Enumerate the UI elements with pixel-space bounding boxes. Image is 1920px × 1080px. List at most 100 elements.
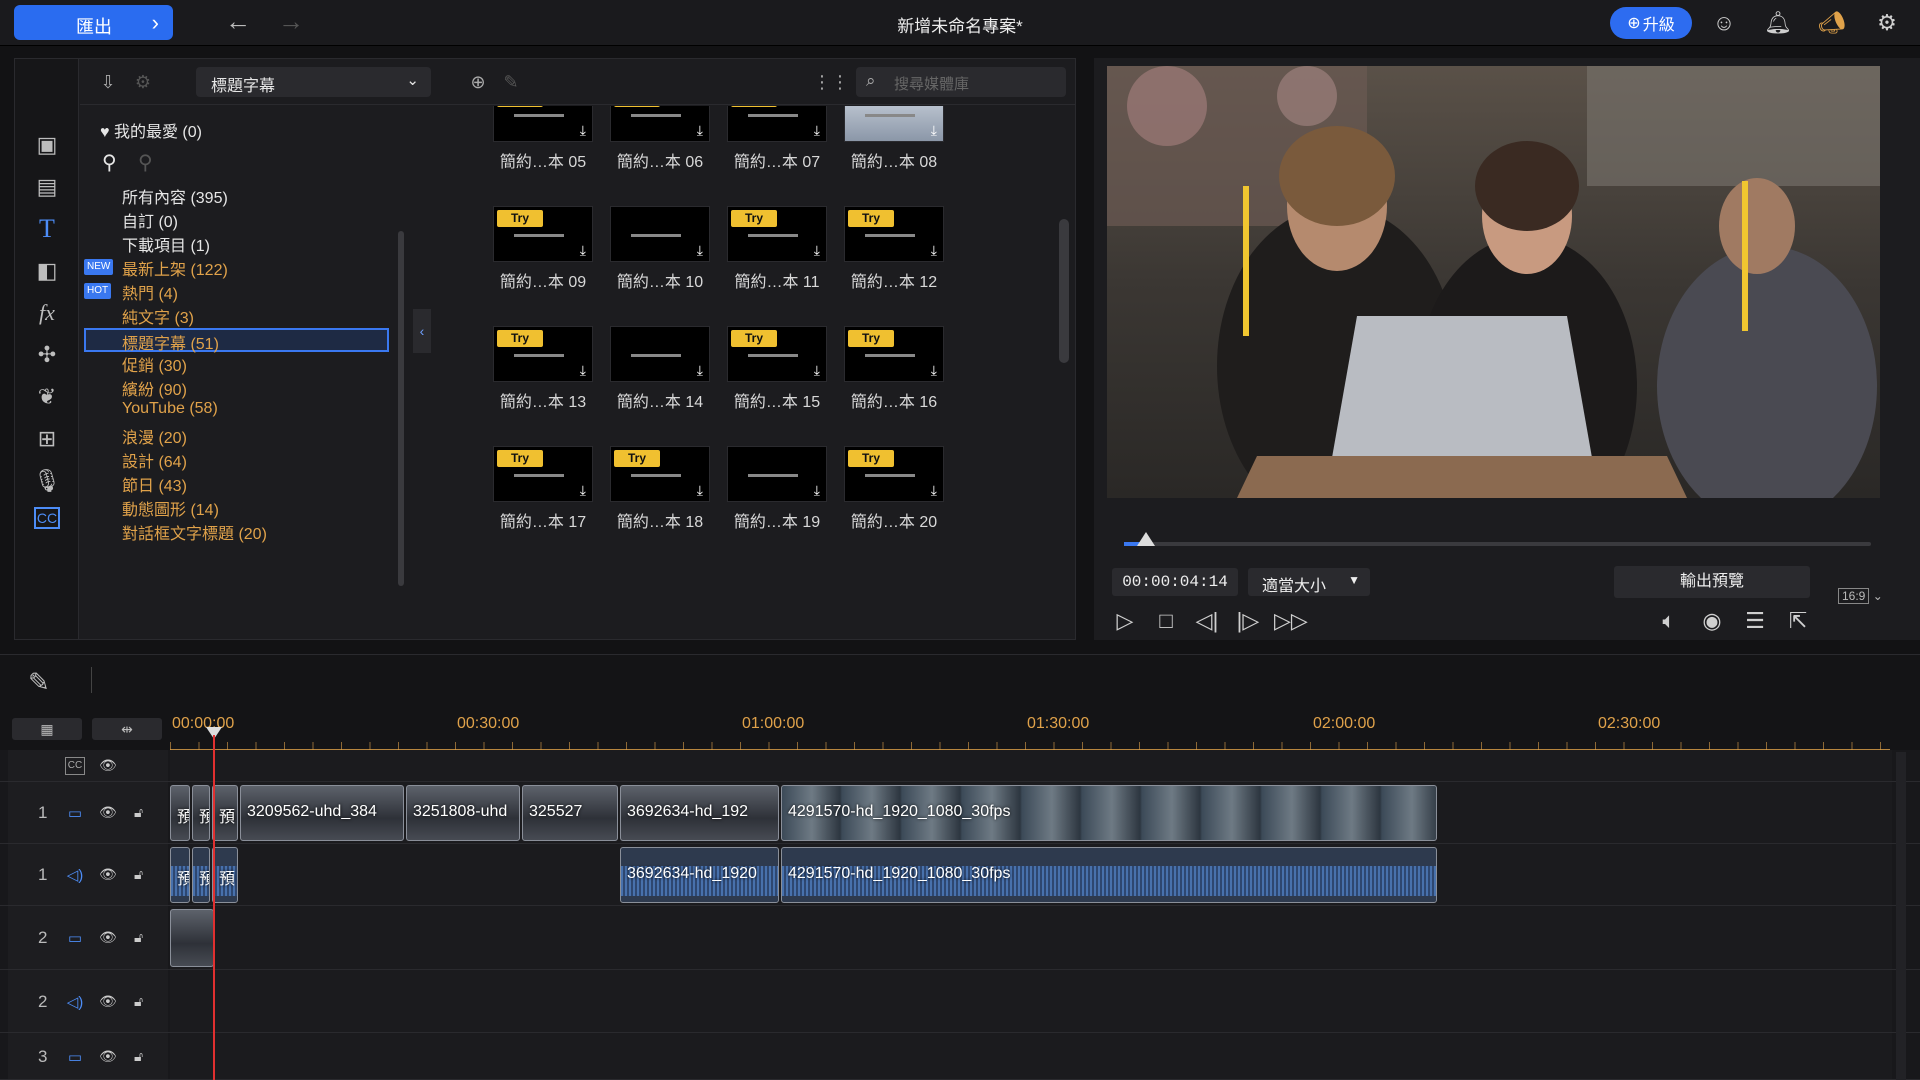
download-icon[interactable]: ⤓ bbox=[931, 242, 937, 259]
volume-icon[interactable]: 🔈︎ bbox=[1654, 606, 1684, 636]
download-icon[interactable]: ⤓ bbox=[814, 482, 820, 499]
track-content-area[interactable] bbox=[170, 1033, 1892, 1079]
track-content-area[interactable] bbox=[170, 750, 1892, 781]
lock-icon[interactable]: 🔓︎ bbox=[134, 993, 154, 1010]
template-thumbnail[interactable]: Try ⤓ bbox=[844, 326, 944, 382]
next-frame-icon[interactable]: |▷ bbox=[1233, 606, 1263, 636]
category-item[interactable]: YouTube (58) bbox=[122, 400, 218, 424]
favorites-item[interactable]: ♥ 我的最愛 (0) bbox=[100, 118, 202, 142]
template-thumbnail[interactable]: Try ⤓ bbox=[493, 106, 593, 142]
new-title-icon[interactable]: ⊕ bbox=[465, 69, 491, 95]
voice-over-mic-icon[interactable]: 🎙︎ bbox=[31, 465, 63, 497]
account-icon[interactable]: ☺ bbox=[1710, 9, 1738, 37]
video-clip[interactable]: 預 bbox=[212, 785, 238, 841]
redo-icon[interactable]: → bbox=[278, 6, 304, 37]
download-icon[interactable]: ⤓ bbox=[580, 242, 586, 259]
audio-clip[interactable]: 預 bbox=[212, 847, 238, 903]
download-icon[interactable]: ⤓ bbox=[814, 122, 820, 139]
edit-pen-icon[interactable]: ✎ bbox=[28, 667, 50, 698]
timeline-ruler[interactable]: ▦ ⇹ 00:00:00 00:30:00 01:00:00 01:30:00 02:0… bbox=[0, 706, 1920, 750]
video-room-icon[interactable]: ▤ bbox=[31, 171, 63, 203]
track-content-area[interactable] bbox=[170, 970, 1892, 1032]
download-icon[interactable]: ⤓ bbox=[814, 362, 820, 379]
category-item[interactable]: 浪漫 (20) bbox=[122, 424, 187, 448]
remove-tag-icon[interactable]: ⚲ bbox=[138, 150, 153, 174]
aspect-ratio-dropdown[interactable]: 16:9 ⌄ bbox=[1838, 588, 1898, 611]
announcement-megaphone-icon[interactable]: 📣︎ bbox=[1818, 9, 1846, 37]
category-item[interactable]: 標題字幕 (51) bbox=[84, 328, 389, 353]
template-thumbnail[interactable]: Try ⤓ bbox=[727, 106, 827, 142]
lock-icon[interactable]: 🔓︎ bbox=[134, 866, 154, 883]
category-item[interactable]: 繽紛 (90) bbox=[122, 376, 187, 400]
video-clip[interactable]: 325527 bbox=[522, 785, 618, 841]
video-clip[interactable]: 預 bbox=[192, 785, 210, 841]
video-clip[interactable]: 3251808-uhd bbox=[406, 785, 520, 841]
library-search-input[interactable]: ⌕ 搜尋媒體庫 bbox=[856, 67, 1066, 97]
add-tag-icon[interactable]: ⚲ bbox=[102, 150, 117, 174]
template-thumbnail[interactable]: Try ⤓ bbox=[493, 206, 593, 262]
fit-size-dropdown[interactable]: 適當大小 ▼ bbox=[1248, 568, 1370, 596]
category-item[interactable]: 動態圖形 (14) bbox=[122, 496, 219, 520]
download-icon[interactable]: ⤓ bbox=[697, 122, 703, 139]
undo-icon[interactable]: ← bbox=[225, 6, 251, 37]
track-content-area[interactable] bbox=[170, 906, 1892, 969]
edit-title-icon[interactable]: ✎ bbox=[498, 69, 524, 95]
import-folder-icon[interactable]: ⇩ bbox=[95, 69, 121, 95]
lock-icon[interactable]: 🔓︎ bbox=[134, 1048, 154, 1065]
collapse-panel-handle[interactable]: ‹ bbox=[413, 309, 431, 353]
timeline-scrollbar[interactable] bbox=[1896, 752, 1906, 1080]
category-item[interactable]: HOT 熱門 (4) bbox=[84, 280, 178, 304]
pip-room-icon[interactable]: ✣ bbox=[31, 339, 63, 371]
preview-scrubber[interactable] bbox=[1124, 532, 1871, 546]
upgrade-button[interactable]: ⊕ 升級 bbox=[1610, 7, 1692, 39]
template-thumbnail[interactable]: Try ⤓ bbox=[727, 206, 827, 262]
template-thumbnail[interactable]: Try ⤓ bbox=[610, 446, 710, 502]
template-thumbnail[interactable]: ⤓ bbox=[727, 446, 827, 502]
category-scrollbar[interactable] bbox=[398, 231, 404, 586]
template-thumbnail[interactable]: Try ⤓ bbox=[727, 326, 827, 382]
lock-icon[interactable]: 🔓︎ bbox=[134, 929, 154, 946]
visibility-eye-icon[interactable]: 👁︎ bbox=[99, 804, 119, 821]
template-thumbnail[interactable]: Try ⤓ bbox=[844, 206, 944, 262]
preview-quality-icon[interactable]: ☰ bbox=[1740, 606, 1770, 636]
visibility-eye-icon[interactable]: 👁︎ bbox=[99, 866, 119, 883]
category-item[interactable]: NEW 最新上架 (122) bbox=[84, 256, 228, 280]
category-item[interactable]: 設計 (64) bbox=[122, 448, 187, 472]
visibility-eye-icon[interactable]: 👁︎ bbox=[99, 1048, 119, 1065]
notification-bell-icon[interactable]: 🔔︎ bbox=[1764, 9, 1792, 37]
fit-timeline-icon[interactable]: ⇹ bbox=[92, 718, 162, 740]
settings-gear-icon[interactable]: ⚙ bbox=[1873, 9, 1901, 37]
template-thumbnail[interactable]: ⤓ bbox=[844, 106, 944, 142]
effect-room-icon[interactable]: fx bbox=[31, 297, 63, 329]
transition-room-icon[interactable]: ◧ bbox=[31, 255, 63, 287]
category-item[interactable]: 純文字 (3) bbox=[122, 304, 194, 328]
category-item[interactable]: 節日 (43) bbox=[122, 472, 187, 496]
download-icon[interactable]: ⤓ bbox=[580, 482, 586, 499]
visibility-eye-icon[interactable]: 👁︎ bbox=[99, 757, 119, 774]
stop-icon[interactable]: □ bbox=[1151, 606, 1181, 636]
video-clip[interactable]: 3209562-uhd_384 bbox=[240, 785, 404, 841]
previous-frame-icon[interactable]: ◁| bbox=[1192, 606, 1222, 636]
download-icon[interactable]: ⤓ bbox=[931, 362, 937, 379]
video-clip[interactable]: 3692634-hd_192 bbox=[620, 785, 779, 841]
audio-clip[interactable]: 預 bbox=[192, 847, 210, 903]
template-thumbnail[interactable]: Try ⤓ bbox=[493, 326, 593, 382]
grid-view-icon[interactable]: ⋮⋮ bbox=[813, 69, 849, 95]
template-thumbnail[interactable]: Try ⤓ bbox=[844, 446, 944, 502]
export-button[interactable]: 匯出 › bbox=[14, 5, 173, 40]
download-icon[interactable]: ⤓ bbox=[697, 482, 703, 499]
category-item[interactable]: 自訂 (0) bbox=[122, 208, 178, 232]
template-grid-scrollbar[interactable] bbox=[1059, 219, 1069, 363]
media-room-icon[interactable]: ▣ bbox=[31, 129, 63, 161]
fast-forward-icon[interactable]: ▷▷ bbox=[1274, 606, 1308, 636]
visibility-eye-icon[interactable]: 👁︎ bbox=[99, 929, 119, 946]
download-icon[interactable]: ⤓ bbox=[814, 242, 820, 259]
video-clip[interactable] bbox=[170, 909, 214, 967]
category-item[interactable]: 所有內容 (395) bbox=[122, 184, 228, 208]
play-icon[interactable]: ▷ bbox=[1110, 606, 1140, 636]
visibility-eye-icon[interactable]: 👁︎ bbox=[99, 993, 119, 1010]
download-icon[interactable]: ⤓ bbox=[697, 362, 703, 379]
timecode-display[interactable]: 00:00:04:14 bbox=[1112, 568, 1238, 596]
download-icon[interactable]: ⤓ bbox=[697, 242, 703, 259]
subtitle-cc-icon[interactable]: CC bbox=[34, 507, 60, 529]
